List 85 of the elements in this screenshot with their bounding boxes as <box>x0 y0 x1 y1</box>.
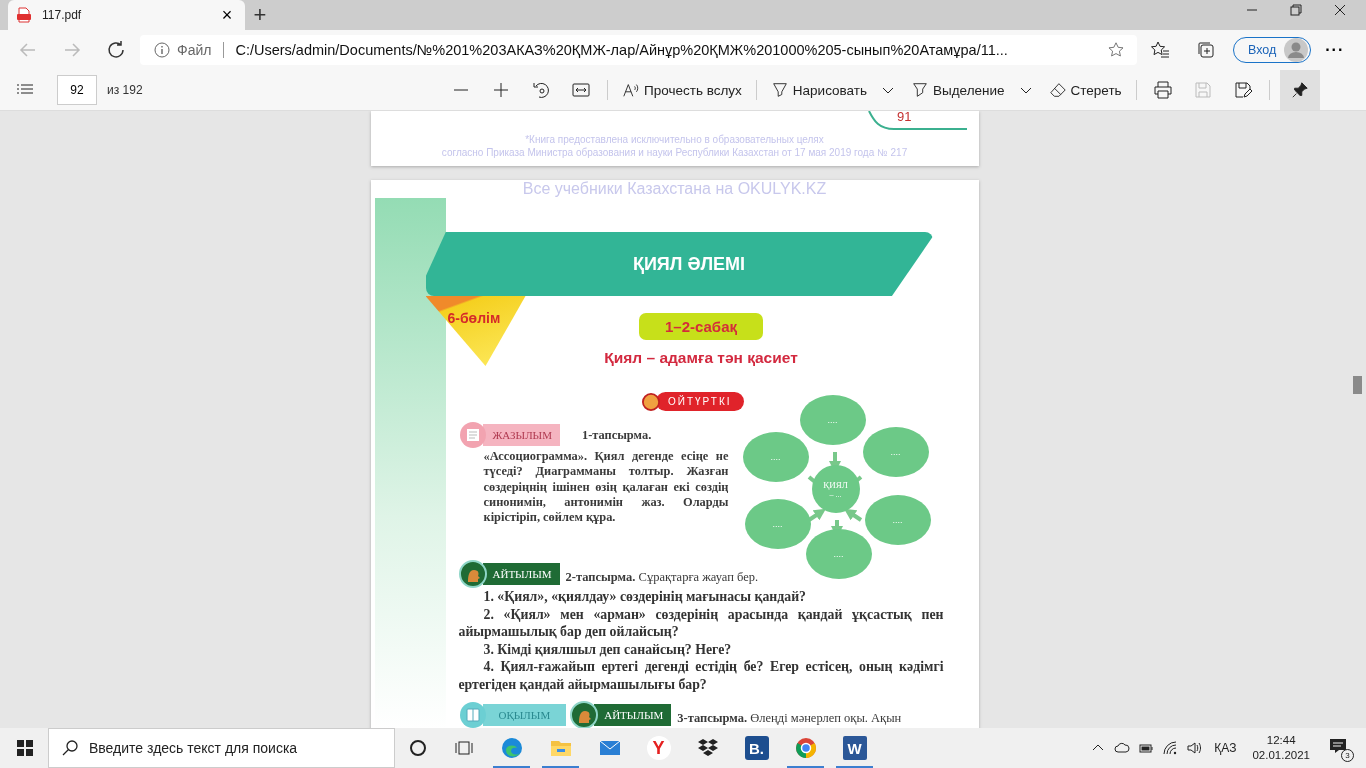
address-field[interactable]: Файл C:/Users/admin/Documents/№%201%203АКАЗ%20ҚМЖ-лар/Айнұр%20ҚМЖ%201000%205-сынып%20Атамұра/11... <box>140 35 1137 65</box>
highlighter-icon <box>911 81 929 99</box>
draw-button[interactable]: Нарисовать <box>762 81 875 99</box>
running-indicator <box>787 766 824 768</box>
notification-count: 3 <box>1341 749 1354 762</box>
skill-label: ЖАЗЫЛЫМ <box>482 424 560 446</box>
task-text: «Ассоциограмма». Қиял дегенде есіңе не түседі? Диаграмманы толтыр. Жазған сөздеріңнің ішінен өзің қалаған екі сөздің синонимін, антонимін жаз. Оларды кірістіріп, сөйлем құра. <box>483 449 729 526</box>
task-title: 1-тапсырма. <box>581 427 652 443</box>
running-indicator <box>836 766 873 768</box>
print-icon[interactable] <box>1152 80 1173 100</box>
pin-icon <box>1290 81 1309 99</box>
browser-tab[interactable]: 117.pdf × <box>8 0 245 30</box>
volume-icon[interactable] <box>1186 740 1203 756</box>
close-tab-button[interactable]: × <box>217 5 237 25</box>
cortana-icon[interactable] <box>408 738 428 758</box>
highlight-button[interactable]: Выделение <box>903 81 1013 99</box>
question-text: 3. Кімді қиялшыл деп санайсың? Неге? <box>482 640 733 658</box>
diagram-node: .... <box>744 499 811 549</box>
question-text: 1. «Қиял», «қиялдау» сөздерінің мағынасы қандай? <box>482 588 807 606</box>
page-number-field[interactable]: 92 <box>57 75 97 105</box>
running-indicator <box>542 766 579 768</box>
diagram-node: .... <box>799 395 866 445</box>
clock-date[interactable]: 02.01.2021 <box>1252 748 1310 763</box>
url-text: C:/Users/admin/Documents/№%201%203АКАЗ%20ҚМЖ-лар/Айнұр%20ҚМЖ%201000%205-сынып%20Атамұра/11... <box>235 42 1009 58</box>
chapter-title: ҚИЯЛ ӘЛЕМІ <box>632 253 746 275</box>
read-aloud-button[interactable]: Прочесть вслух <box>614 81 750 99</box>
section-label: 6-бөлім <box>447 310 501 326</box>
info-icon <box>154 42 170 58</box>
lesson-title: Қиял – адамға тән қасиет <box>603 348 799 368</box>
skill-label: АЙТЫЛЫМ <box>482 563 560 585</box>
avatar-icon <box>641 392 660 411</box>
diagram-node: .... <box>862 427 929 477</box>
search-icon <box>62 740 78 756</box>
diagram-node: .... <box>742 432 809 482</box>
page-number: 91 <box>897 111 912 126</box>
language-indicator[interactable]: ҚАЗ <box>1214 741 1237 755</box>
page-count: из 192 <box>107 83 143 97</box>
pen-icon <box>770 81 789 99</box>
add-favorite-icon[interactable] <box>1107 41 1125 59</box>
restore-icon[interactable] <box>1290 4 1302 16</box>
new-tab-button[interactable]: + <box>245 0 275 30</box>
section-badge: ОЙТҮРТКІ <box>655 392 744 411</box>
rotate-icon[interactable] <box>531 80 551 100</box>
tab-title: 117.pdf <box>42 8 83 22</box>
lesson-label: 1–2-сабақ <box>639 313 763 340</box>
pdf-file-icon <box>16 7 32 23</box>
scheme-label: Файл <box>177 42 225 58</box>
silhouette-icon <box>458 560 487 588</box>
task-text: 3-тапсырма. Өлеңді мәнерлеп оқы. Ақын <box>677 710 902 726</box>
question-text: 2. «Қиял» мен «арман» сөздерінің арасында қандай ұқсастық пен айырмашылық бар деп ойлайсың? <box>458 605 944 641</box>
cloud-icon[interactable] <box>1114 740 1131 756</box>
diagram-node: .... <box>864 495 931 545</box>
chrome-icon[interactable] <box>793 736 818 760</box>
yandex-browser-icon[interactable]: Y <box>646 736 671 760</box>
eraser-icon <box>1048 81 1067 99</box>
clock-time[interactable]: 12:44 <box>1266 733 1296 748</box>
word-icon[interactable]: W <box>842 736 867 760</box>
skill-label: ОҚЫЛЫМ <box>482 704 567 726</box>
task-view-icon[interactable] <box>454 738 474 758</box>
notebook-icon <box>458 421 487 449</box>
read-aloud-icon <box>622 81 640 99</box>
diagram-node: .... <box>805 529 872 579</box>
taskbar-search-field[interactable]: Введите здесь текст для поиска <box>48 728 395 768</box>
scrollbar-thumb[interactable] <box>1353 376 1362 394</box>
favorites-icon[interactable] <box>1150 40 1170 60</box>
fit-width-icon[interactable] <box>571 80 591 100</box>
windows-start-icon[interactable] <box>17 740 33 756</box>
erase-button[interactable]: Стереть <box>1040 81 1130 99</box>
more-button[interactable]: ··· <box>1325 41 1345 59</box>
task-text: 2-тапсырма. Сұрақтарға жауап бер. <box>565 569 759 585</box>
notifications-icon[interactable] <box>1328 736 1348 756</box>
pin-toolbar-button[interactable] <box>1279 70 1320 110</box>
refresh-icon[interactable] <box>106 40 126 60</box>
save-as-icon[interactable] <box>1232 80 1253 100</box>
question-text: 4. Қиял-ғажайып ертегі дегенді естідің бе? Егер естісең, оның кәдімгі ертегіден қандай айырмашылығы бар? <box>458 658 944 693</box>
close-icon[interactable] <box>1334 4 1346 16</box>
center-word: ҚИЯЛ <box>823 479 848 490</box>
collections-icon[interactable] <box>1196 40 1216 60</box>
running-indicator <box>493 766 530 768</box>
edge-icon[interactable] <box>499 736 524 760</box>
app-icon[interactable]: B. <box>744 736 769 760</box>
avatar-icon <box>1284 38 1309 62</box>
center-note: – ... <box>829 489 842 499</box>
zoom-in-icon[interactable] <box>491 80 511 100</box>
wifi-icon[interactable] <box>1162 740 1179 756</box>
